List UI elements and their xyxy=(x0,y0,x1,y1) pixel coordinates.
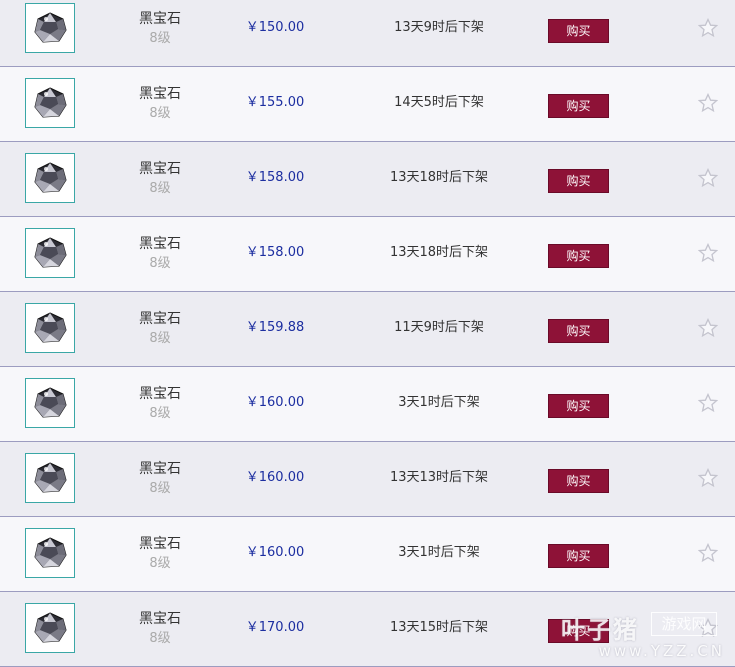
list-item: 黑宝石 8级 ￥159.88 11天9时后下架 购买 xyxy=(0,292,735,367)
item-level: 8级 xyxy=(149,181,171,196)
item-level: 8级 xyxy=(149,331,171,346)
item-expire-time: 14天5时后下架 xyxy=(394,95,484,110)
item-expire-time: 3天1时后下架 xyxy=(398,395,480,410)
watermark-badge: 游戏网 xyxy=(651,612,717,636)
item-thumbnail[interactable] xyxy=(25,603,75,653)
watermark-brand: 叶子猪 xyxy=(561,616,639,644)
item-price: ￥155.00 xyxy=(245,95,305,110)
item-expire-time: 13天18时后下架 xyxy=(389,170,489,185)
item-thumbnail[interactable] xyxy=(25,228,75,278)
item-expire-time: 13天13时后下架 xyxy=(389,470,489,485)
black-gem-icon xyxy=(34,12,67,43)
black-gem-icon xyxy=(34,462,67,493)
item-price: ￥160.00 xyxy=(245,545,305,560)
item-level: 8级 xyxy=(149,31,171,46)
star-outline-icon[interactable] xyxy=(698,468,718,488)
black-gem-icon xyxy=(34,537,67,568)
item-price: ￥160.00 xyxy=(245,470,305,485)
buy-button[interactable]: 购买 xyxy=(548,394,609,418)
item-expire-time: 13天15时后下架 xyxy=(389,620,489,635)
item-name: 黑宝石 xyxy=(139,386,181,402)
item-level: 8级 xyxy=(149,406,171,421)
black-gem-icon xyxy=(34,87,67,118)
item-level: 8级 xyxy=(149,631,171,646)
list-item: 黑宝石 8级 ￥160.00 3天1时后下架 购买 xyxy=(0,367,735,442)
buy-button[interactable]: 购买 xyxy=(548,544,609,568)
star-outline-icon[interactable] xyxy=(698,543,718,563)
item-level: 8级 xyxy=(149,556,171,571)
list-item: 黑宝石 8级 ￥155.00 14天5时后下架 购买 xyxy=(0,67,735,142)
site-watermark: 叶子猪 游戏网 xyxy=(561,610,725,644)
star-outline-icon[interactable] xyxy=(698,18,718,38)
item-name: 黑宝石 xyxy=(139,161,181,177)
buy-button[interactable]: 购买 xyxy=(548,169,609,193)
item-list: 黑宝石 8级 ￥150.00 13天9时后下架 购买 黑宝石 8级 ￥155.0… xyxy=(0,0,735,667)
buy-button[interactable]: 购买 xyxy=(548,244,609,268)
buy-button[interactable]: 购买 xyxy=(548,469,609,493)
star-outline-icon[interactable] xyxy=(698,168,718,188)
list-item: 黑宝石 8级 ￥160.00 3天1时后下架 购买 xyxy=(0,517,735,592)
item-expire-time: 11天9时后下架 xyxy=(394,320,484,335)
item-level: 8级 xyxy=(149,256,171,271)
item-level: 8级 xyxy=(149,481,171,496)
black-gem-icon xyxy=(34,312,67,343)
item-expire-time: 3天1时后下架 xyxy=(398,545,480,560)
item-thumbnail[interactable] xyxy=(25,153,75,203)
buy-button[interactable]: 购买 xyxy=(548,19,609,43)
item-thumbnail[interactable] xyxy=(25,78,75,128)
list-item: 黑宝石 8级 ￥150.00 13天9时后下架 购买 xyxy=(0,0,735,67)
list-item: 黑宝石 8级 ￥158.00 13天18时后下架 购买 xyxy=(0,142,735,217)
item-name: 黑宝石 xyxy=(139,461,181,477)
item-name: 黑宝石 xyxy=(139,611,181,627)
watermark-url: www.YZZ.CN xyxy=(598,642,725,660)
star-outline-icon[interactable] xyxy=(698,393,718,413)
black-gem-icon xyxy=(34,162,67,193)
black-gem-icon xyxy=(34,612,67,643)
item-thumbnail[interactable] xyxy=(25,528,75,578)
item-name: 黑宝石 xyxy=(139,311,181,327)
item-price: ￥160.00 xyxy=(245,395,305,410)
item-level: 8级 xyxy=(149,106,171,121)
item-name: 黑宝石 xyxy=(139,236,181,252)
star-outline-icon[interactable] xyxy=(698,93,718,113)
item-name: 黑宝石 xyxy=(139,86,181,102)
item-price: ￥150.00 xyxy=(245,20,305,35)
black-gem-icon xyxy=(34,237,67,268)
item-thumbnail[interactable] xyxy=(25,303,75,353)
item-name: 黑宝石 xyxy=(139,11,181,27)
list-item: 黑宝石 8级 ￥158.00 13天18时后下架 购买 xyxy=(0,217,735,292)
item-price: ￥158.00 xyxy=(245,245,305,260)
star-outline-icon[interactable] xyxy=(698,243,718,263)
buy-button[interactable]: 购买 xyxy=(548,94,609,118)
list-item: 黑宝石 8级 ￥160.00 13天13时后下架 购买 xyxy=(0,442,735,517)
item-thumbnail[interactable] xyxy=(25,453,75,503)
item-expire-time: 13天9时后下架 xyxy=(394,20,484,35)
buy-button[interactable]: 购买 xyxy=(548,319,609,343)
item-thumbnail[interactable] xyxy=(25,3,75,53)
item-price: ￥158.00 xyxy=(245,170,305,185)
star-outline-icon[interactable] xyxy=(698,318,718,338)
item-price: ￥170.00 xyxy=(245,620,305,635)
item-price: ￥159.88 xyxy=(245,320,305,335)
item-thumbnail[interactable] xyxy=(25,378,75,428)
item-name: 黑宝石 xyxy=(139,536,181,552)
item-expire-time: 13天18时后下架 xyxy=(389,245,489,260)
black-gem-icon xyxy=(34,387,67,418)
